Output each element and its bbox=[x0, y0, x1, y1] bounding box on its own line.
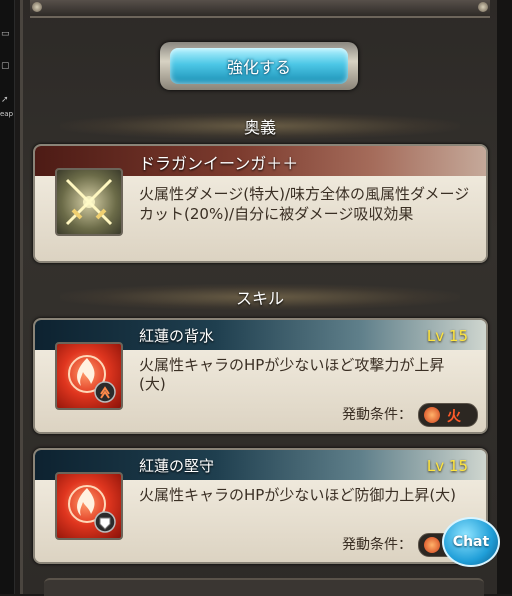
ougi-description: 火属性ダメージ(特大)/味方全体の風属性ダメージカット(20%)/自分に被ダメー… bbox=[139, 185, 470, 223]
ougi-section-title: 奥義 bbox=[60, 113, 460, 139]
toolbar-label-fragment: eap bbox=[0, 110, 14, 118]
fire-element-icon bbox=[424, 407, 440, 423]
skill-card[interactable]: 紅蓮の堅守 Lv 15 火属性キャラのHPが少ないほど防御力上昇(大) 発動条件… bbox=[33, 448, 488, 564]
toolbar-icon-3[interactable]: ➚ bbox=[1, 96, 9, 105]
enhance-button[interactable]: 強化する bbox=[160, 42, 358, 90]
condition-value: 火 bbox=[447, 409, 461, 425]
skill-name: 紅蓮の堅守 bbox=[139, 457, 215, 475]
fire-element-badge: 火 bbox=[418, 403, 478, 427]
left-toolbar: ▭ ▢ ➚ eap bbox=[0, 0, 15, 594]
fire-element-icon bbox=[424, 537, 440, 553]
fire-emblem-icon bbox=[55, 472, 123, 540]
fire-emblem-icon bbox=[55, 342, 123, 410]
crossed-swords-icon bbox=[55, 168, 123, 236]
skills-section-title: スキル bbox=[60, 284, 460, 310]
scrollbar[interactable] bbox=[497, 0, 512, 594]
skill-description: 火属性キャラのHPが少ないほど攻撃力が上昇(大) bbox=[139, 356, 445, 393]
toolbar-icon-1[interactable]: ▭ bbox=[1, 30, 10, 39]
chat-button-label: Chat bbox=[452, 534, 490, 550]
chat-button[interactable]: Chat bbox=[442, 517, 500, 567]
skill-name: 紅蓮の背水 bbox=[139, 327, 215, 345]
toolbar-icon-2[interactable]: ▢ bbox=[1, 62, 10, 71]
condition-label: 発動条件： bbox=[342, 537, 412, 553]
next-card-edge bbox=[44, 578, 484, 596]
top-ornament bbox=[30, 0, 490, 18]
skill-level: Lv 15 bbox=[426, 327, 468, 345]
enhance-button-label: 強化する bbox=[170, 48, 348, 84]
skill-card[interactable]: 紅蓮の背水 Lv 15 火属性キャラのHPが少ないほど攻撃力が上昇(大) 発動条… bbox=[33, 318, 488, 434]
condition-label: 発動条件： bbox=[342, 407, 412, 423]
ougi-name: ドラガンイーンガ＋＋ bbox=[139, 154, 299, 173]
skill-description: 火属性キャラのHPが少ないほど防御力上昇(大) bbox=[139, 486, 457, 504]
skill-level: Lv 15 bbox=[426, 457, 468, 475]
ougi-card[interactable]: ドラガンイーンガ＋＋ 火属性ダメージ(特大)/味方全体の風属性ダメージカット(2… bbox=[33, 144, 488, 263]
